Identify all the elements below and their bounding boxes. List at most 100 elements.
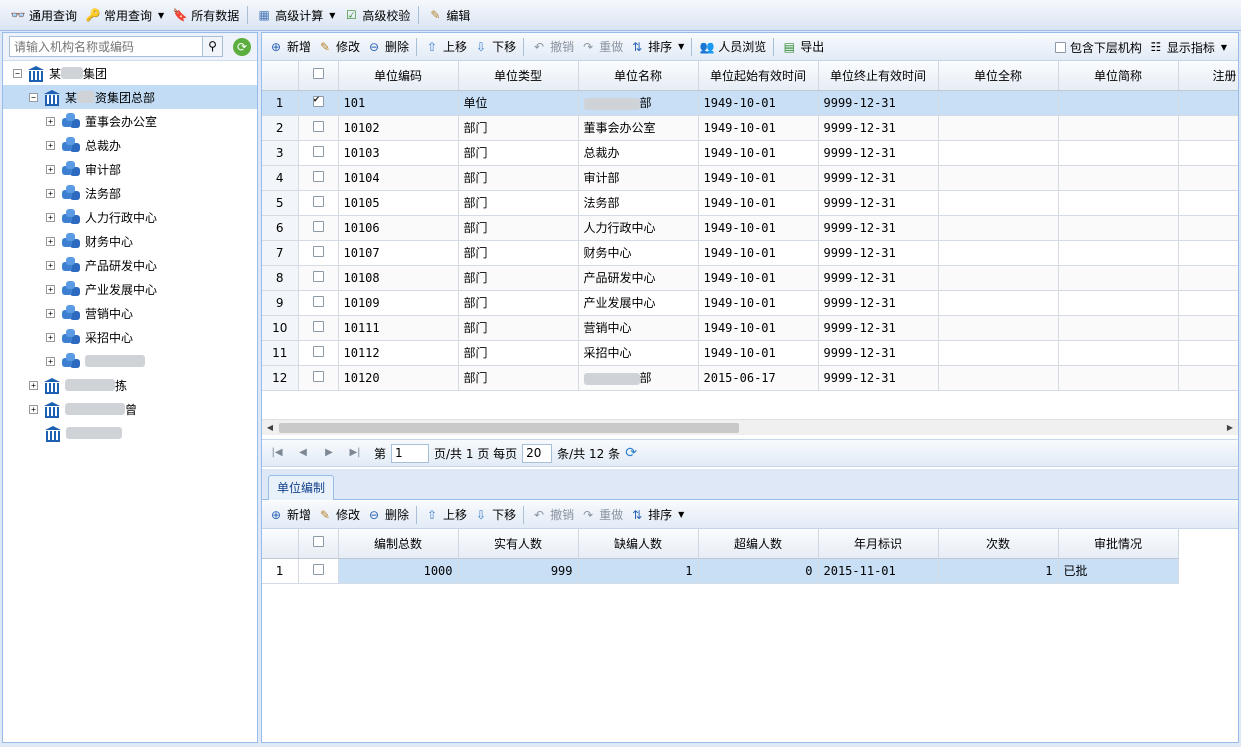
next-page-icon[interactable]: ▶ <box>320 444 338 462</box>
tree-node-org[interactable]: + 拣 <box>3 373 257 397</box>
move-down-button[interactable]: ⇩ 下移 <box>470 36 519 58</box>
table-row[interactable]: 2 10102 部门 董事会办公室 1949-10-01 9999-12-31 <box>262 115 1238 141</box>
row-checkbox[interactable] <box>312 170 324 182</box>
browse-staff-button[interactable]: 👥 人员浏览 <box>696 36 769 58</box>
expand-icon[interactable]: + <box>46 188 55 198</box>
tree-node-org[interactable]: + 曾 <box>3 397 257 421</box>
advanced-calc-button[interactable]: ▦ 高级计算 ▼ <box>252 4 339 26</box>
redo-button[interactable]: ↷ 重做 <box>577 504 626 526</box>
redo-button[interactable]: ↷ 重做 <box>577 36 626 58</box>
row-checkbox[interactable] <box>312 220 324 232</box>
table-row[interactable]: 9 10109 部门 产业发展中心 1949-10-01 9999-12-31 <box>262 290 1238 316</box>
tree-node-root[interactable]: − 某集团 <box>3 61 257 85</box>
expand-icon[interactable]: + <box>46 356 55 366</box>
row-select[interactable] <box>298 290 339 316</box>
add-button[interactable]: ⊕ 新增 <box>265 504 314 526</box>
tree-node-dept[interactable]: + 营销中心 <box>3 301 257 325</box>
tab-unit-staffing[interactable]: 单位编制 <box>268 475 335 500</box>
row-select[interactable] <box>298 90 339 116</box>
row-select[interactable] <box>298 558 339 584</box>
scroll-thumb[interactable] <box>279 423 739 433</box>
scroll-left-icon[interactable]: ◀ <box>262 420 278 436</box>
column-header[interactable]: 单位编码 <box>338 61 459 91</box>
column-header[interactable]: 缺编人数 <box>578 529 699 559</box>
table-row[interactable]: 11 10112 部门 采招中心 1949-10-01 9999-12-31 <box>262 340 1238 366</box>
row-checkbox[interactable] <box>312 120 324 132</box>
row-select[interactable] <box>298 140 339 166</box>
row-checkbox[interactable] <box>312 320 324 332</box>
sort-button[interactable]: ⇅ 排序 ▼ <box>626 504 687 526</box>
checkbox[interactable] <box>1054 41 1066 53</box>
collapse-icon[interactable]: − <box>29 92 38 102</box>
modify-button[interactable]: ✎ 修改 <box>314 504 363 526</box>
tree-node-dept[interactable]: + 人力行政中心 <box>3 205 257 229</box>
column-header[interactable]: 单位终止有效时间 <box>818 61 939 91</box>
select-all-checkbox[interactable] <box>312 536 324 548</box>
show-index-button[interactable]: ☷ 显示指标 ▼ <box>1145 36 1230 58</box>
tree-node-dept[interactable]: + 财务中心 <box>3 229 257 253</box>
table-row[interactable]: 6 10106 部门 人力行政中心 1949-10-01 9999-12-31 <box>262 215 1238 241</box>
column-header[interactable]: 实有人数 <box>458 529 579 559</box>
tree-node-dept[interactable]: + 产品研发中心 <box>3 253 257 277</box>
expand-icon[interactable]: + <box>46 332 55 342</box>
table-row[interactable]: 1 1000 999 1 0 2015-11-01 1 已批 <box>262 558 1179 584</box>
column-header[interactable]: 年月标识 <box>818 529 939 559</box>
expand-icon[interactable]: + <box>46 284 55 294</box>
row-select[interactable] <box>298 165 339 191</box>
row-select[interactable] <box>298 115 339 141</box>
tree-node-dept[interactable]: + 总裁办 <box>3 133 257 157</box>
row-select[interactable] <box>298 315 339 341</box>
column-header[interactable]: 次数 <box>938 529 1059 559</box>
expand-icon[interactable]: + <box>46 164 55 174</box>
modify-button[interactable]: ✎ 修改 <box>314 36 363 58</box>
expand-icon[interactable]: + <box>46 308 55 318</box>
refresh-icon[interactable]: ⟳ <box>622 444 640 462</box>
undo-button[interactable]: ↶ 撤销 <box>528 36 577 58</box>
table-row[interactable]: 8 10108 部门 产品研发中心 1949-10-01 9999-12-31 <box>262 265 1238 291</box>
sort-button[interactable]: ⇅ 排序 ▼ <box>626 36 687 58</box>
delete-button[interactable]: ⊖ 删除 <box>363 504 412 526</box>
add-button[interactable]: ⊕ 新增 <box>265 36 314 58</box>
select-all-checkbox[interactable] <box>312 68 324 80</box>
row-select[interactable] <box>298 365 339 391</box>
all-data-button[interactable]: 🔖 所有数据 <box>168 4 243 26</box>
prev-page-icon[interactable]: ◀ <box>294 444 312 462</box>
tree-node-dept[interactable]: + 法务部 <box>3 181 257 205</box>
column-header[interactable]: 审批情况 <box>1058 529 1179 559</box>
table-row[interactable]: 4 10104 部门 审计部 1949-10-01 9999-12-31 <box>262 165 1238 191</box>
table-row[interactable]: 1 101单位部1949-10-019999-12-31 <box>262 90 1238 116</box>
move-down-button[interactable]: ⇩ 下移 <box>470 504 519 526</box>
search-icon[interactable]: ⚲ <box>203 36 223 57</box>
select-all-header[interactable] <box>298 61 339 91</box>
expand-icon[interactable]: + <box>29 380 38 390</box>
column-header[interactable]: 单位起始有效时间 <box>698 61 819 91</box>
include-sub-checkbox[interactable]: 包含下层机构 <box>1052 36 1145 58</box>
row-select[interactable] <box>298 190 339 216</box>
collapse-icon[interactable]: − <box>13 68 22 78</box>
row-select[interactable] <box>298 215 339 241</box>
row-checkbox[interactable] <box>312 94 324 107</box>
refresh-icon[interactable]: ⟳ <box>233 37 251 56</box>
row-checkbox[interactable] <box>312 370 324 382</box>
page-number-input[interactable] <box>391 443 430 463</box>
column-header[interactable]: 注册 <box>1178 61 1238 91</box>
row-checkbox[interactable] <box>312 245 324 257</box>
move-up-button[interactable]: ⇧ 上移 <box>421 504 470 526</box>
expand-icon[interactable]: + <box>46 236 55 246</box>
row-checkbox[interactable] <box>312 563 324 575</box>
row-select[interactable] <box>298 340 339 366</box>
row-select[interactable] <box>298 265 339 291</box>
column-header[interactable]: 单位名称 <box>578 61 699 91</box>
table-row[interactable]: 12 10120 部门部 2015-06-17 9999-12-31 <box>262 365 1238 391</box>
page-size-input[interactable] <box>522 443 553 463</box>
last-page-icon[interactable]: ▶| <box>346 444 364 462</box>
select-all-header[interactable] <box>298 529 339 559</box>
tree-node-org[interactable] <box>3 421 257 445</box>
tree-node-dept[interactable]: + 董事会办公室 <box>3 109 257 133</box>
table-row[interactable]: 3 10103 部门 总裁办 1949-10-01 9999-12-31 <box>262 140 1238 166</box>
tree-node-dept[interactable]: + 审计部 <box>3 157 257 181</box>
undo-button[interactable]: ↶ 撤销 <box>528 504 577 526</box>
expand-icon[interactable]: + <box>46 212 55 222</box>
expand-icon[interactable]: + <box>29 404 38 414</box>
tree-node-dept[interactable]: + <box>3 349 257 373</box>
